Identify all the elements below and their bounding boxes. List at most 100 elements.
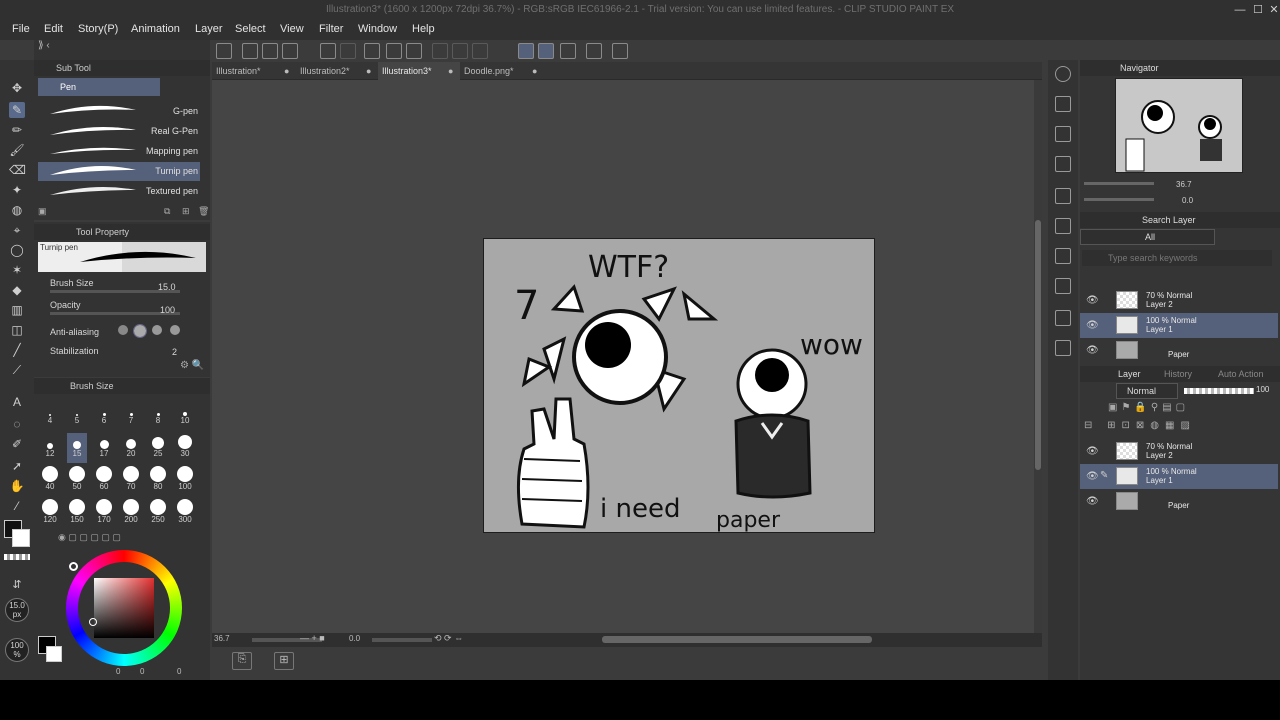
blend-mode-select[interactable]: Normal [1116,383,1178,399]
correct-line-tool-icon[interactable]: ✐ [9,436,25,452]
color-tabs[interactable]: ◉ ▢ ▢ ▢ ▢ ▢ [34,532,210,546]
brush-item-real-gpen[interactable]: Real G-Pen [38,122,200,141]
operation-tool-icon[interactable]: ➚ [9,458,25,474]
layer-row-layer2[interactable]: 👁 70 % Normal Layer 2 [1080,439,1278,464]
navigator-zoom-slider[interactable] [1084,182,1154,185]
brush-size-preset[interactable]: 7 [121,400,141,430]
layer-row-paper[interactable]: 👁 Paper [1080,489,1278,514]
brush-size-preset[interactable]: 200 [121,499,141,529]
brush-size-preset[interactable]: 40 [40,466,60,496]
redo-icon[interactable] [340,43,356,59]
angle-slider[interactable] [372,638,432,642]
layer-opacity-slider[interactable] [1184,388,1254,394]
material-4-icon[interactable] [1055,278,1071,294]
material-2-icon[interactable] [1055,218,1071,234]
ruler-tool-icon[interactable]: ⟋ [9,362,25,378]
vertical-scrollbar[interactable] [1034,80,1042,633]
subtool-group-pen[interactable]: Pen [38,78,160,96]
snap-ruler-icon[interactable] [518,43,534,59]
transparent-color-swatch[interactable] [4,554,30,560]
brush-size-value[interactable]: 15.0 [158,282,176,292]
eyedropper-tool-icon[interactable]: ⁄ [9,498,25,514]
saturation-value-square[interactable] [94,578,154,638]
brush-size-preset[interactable]: 300 [175,499,195,529]
brush-item-gpen[interactable]: G-pen [38,102,200,121]
delete-subtool-icon[interactable]: 🗑 [198,206,209,217]
visibility-eye-icon[interactable]: 👁 [1086,345,1099,356]
figure-tool-icon[interactable]: ◫ [9,322,25,338]
color-handle[interactable] [89,618,97,626]
show-selection-icon[interactable] [472,43,488,59]
visibility-eye-icon[interactable]: 👁 [1086,320,1099,331]
tab-close-icon[interactable]: ● [284,62,289,80]
menu-select[interactable]: Select [235,23,266,35]
decoration-tool-icon[interactable]: ✦ [9,182,25,198]
move-tool-icon[interactable]: ✥ [9,80,25,96]
tab-close-icon[interactable]: ● [448,62,453,80]
hue-handle[interactable] [69,562,78,571]
fill-command-icon[interactable] [386,43,402,59]
balloon-tool-icon[interactable]: ◌ [9,416,25,432]
brush-size-preset[interactable]: 80 [148,466,168,496]
zoom-value[interactable]: 36.7 [214,634,230,643]
search-layer-row-layer1[interactable]: 👁 100 % Normal Layer 1 [1080,313,1278,338]
tab-illustration2[interactable]: Illustration2* ● [296,62,378,80]
brush-size-preset[interactable]: 17 [94,433,114,463]
layer-property-icon[interactable] [1055,156,1071,172]
visibility-eye-icon[interactable]: 👁 [1086,471,1099,482]
clear-icon[interactable] [364,43,380,59]
search-layer-row-layer2[interactable]: 👁 70 % Normal Layer 2 [1080,288,1278,313]
add-subtool-icon[interactable]: ⊞ [182,206,190,217]
help-icon[interactable] [612,43,628,59]
brush-size-preset[interactable]: 150 [67,499,87,529]
item-bank-icon[interactable] [1055,126,1071,142]
brush-item-mapping-pen[interactable]: Mapping pen [38,142,200,161]
layer-tab[interactable]: Layer [1118,366,1141,382]
brush-size-preset[interactable]: 10 [175,400,195,430]
opacity-value[interactable]: 100 [160,305,175,315]
blend-tool-icon[interactable]: ◍ [9,202,25,218]
fill-tool-icon[interactable]: ◆ [9,282,25,298]
line-tool-icon[interactable]: ╱ [9,342,25,358]
brush-size-preset[interactable]: 25 [148,433,168,463]
opacity-indicator[interactable]: 100 % [5,638,29,662]
material-icon[interactable] [1055,188,1071,204]
menu-view[interactable]: View [280,23,304,35]
invert-selection-icon[interactable] [452,43,468,59]
timeline-icon[interactable]: ⎘ [232,652,252,670]
menu-animation[interactable]: Animation [131,23,180,35]
menu-filter[interactable]: Filter [319,23,343,35]
visibility-eye-icon[interactable]: 👁 [1086,496,1099,507]
deselect-icon[interactable] [432,43,448,59]
tab-doodle[interactable]: Doodle.png* ● [460,62,546,80]
sub-color-swatch[interactable] [12,529,30,547]
brush-size-preset[interactable]: 6 [94,400,114,430]
brush-size-preset[interactable]: 8 [148,400,168,430]
copy-subtool-icon[interactable]: ⧉ [164,206,170,217]
tab-illustration3[interactable]: Illustration3* ● [378,62,460,80]
sub-view-icon[interactable] [1055,96,1071,112]
visibility-eye-icon[interactable]: 👁 [1086,446,1099,457]
brush-size-preset[interactable]: 70 [121,466,141,496]
stabilize-icon[interactable]: ⇵ [10,578,24,592]
navigator-angle-slider[interactable] [1084,198,1154,201]
brush-item-textured-pen[interactable]: Textured pen [38,182,200,201]
menu-help[interactable]: Help [412,23,435,35]
drawing-canvas[interactable]: WTF? 7 wow i need paper [483,238,875,533]
hue-ring[interactable] [66,550,182,666]
open-file-icon[interactable] [262,43,278,59]
history-tab[interactable]: History [1164,366,1192,382]
brush-size-preset[interactable]: 15 [67,433,87,463]
brush-size-preset[interactable]: 30 [175,433,195,463]
menu-layer[interactable]: Layer [195,23,223,35]
subtool-settings-icon[interactable]: ▣ [38,206,47,217]
material-3-icon[interactable] [1055,248,1071,264]
minimize-button[interactable]: — [1230,2,1250,18]
brush-size-preset[interactable]: 100 [175,466,195,496]
snap-grid-icon[interactable] [560,43,576,59]
transform-icon[interactable] [406,43,422,59]
undo-icon[interactable] [320,43,336,59]
hand-tool-icon[interactable]: ✋ [9,478,25,494]
menu-file[interactable]: File [12,23,30,35]
brush-size-preset[interactable]: 20 [121,433,141,463]
